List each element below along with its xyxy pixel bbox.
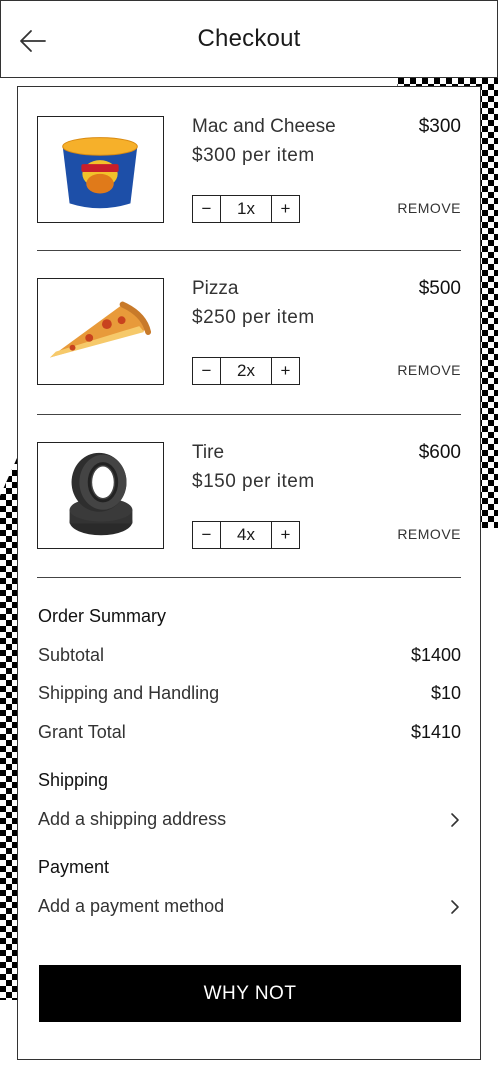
app-header: Checkout — [0, 0, 498, 78]
quantity-value: 1x — [237, 199, 255, 218]
chevron-right-icon — [451, 813, 459, 827]
item-unit-price: $300 per item — [192, 145, 315, 166]
cart-item: Pizza $250 per item $500 − 2x + REMOVE — [37, 278, 461, 386]
shipping-title: Shipping — [38, 770, 109, 790]
grand-total-value: $1410 — [410, 722, 461, 742]
shipping-handling-row: Shipping and Handling $10 — [38, 683, 461, 704]
increment-button[interactable]: + — [271, 522, 299, 548]
divider — [37, 414, 461, 415]
add-shipping-address-link[interactable]: Add a shipping address — [38, 809, 461, 830]
item-name: Tire — [192, 442, 225, 463]
item-total: $600 — [418, 442, 461, 463]
decrement-button[interactable]: − — [193, 522, 221, 548]
subtotal-value: $1400 — [410, 645, 461, 665]
increment-button[interactable]: + — [271, 358, 299, 384]
checkout-card: Mac and Cheese $300 per item $300 − 1x +… — [17, 86, 481, 1060]
item-name: Pizza — [192, 278, 239, 299]
shipping-handling-value: $10 — [430, 683, 461, 703]
page-title: Checkout — [197, 25, 301, 52]
item-unit-price: $150 per item — [192, 471, 315, 492]
grand-total-label: Grant Total — [38, 722, 126, 742]
quantity-stepper: − 4x + — [192, 521, 300, 549]
order-summary-title: Order Summary — [38, 606, 167, 626]
quantity-stepper: − 2x + — [192, 357, 300, 385]
stacked-tires-image — [37, 442, 164, 549]
item-name: Mac and Cheese — [192, 116, 336, 137]
add-payment-method-link[interactable]: Add a payment method — [38, 896, 461, 917]
quantity-value: 2x — [237, 361, 255, 380]
remove-button[interactable]: REMOVE — [397, 362, 461, 378]
shipping-link-label: Add a shipping address — [38, 809, 227, 829]
item-unit-price: $250 per item — [192, 307, 315, 328]
item-total: $500 — [418, 278, 461, 299]
place-order-button[interactable]: WHY NOT — [39, 965, 461, 1022]
divider — [37, 577, 461, 578]
remove-button[interactable]: REMOVE — [397, 526, 461, 542]
quantity-stepper: − 1x + — [192, 195, 300, 223]
increment-button[interactable]: + — [271, 196, 299, 222]
payment-link-label: Add a payment method — [38, 896, 225, 916]
cart-item: Mac and Cheese $300 per item $300 − 1x +… — [37, 116, 461, 224]
mac-and-cheese-cup-image — [37, 116, 164, 223]
grand-total-row: Grant Total $1410 — [38, 722, 461, 743]
payment-title: Payment — [38, 857, 110, 877]
decrement-button[interactable]: − — [193, 196, 221, 222]
item-total: $300 — [418, 116, 461, 137]
pizza-slice-image — [37, 278, 164, 385]
cart-item: Tire $150 per item $600 − 4x + REMOVE — [37, 442, 461, 550]
subtotal-row: Subtotal $1400 — [38, 645, 461, 666]
divider — [37, 250, 461, 251]
subtotal-label: Subtotal — [38, 645, 105, 665]
shipping-handling-label: Shipping and Handling — [38, 683, 220, 703]
remove-button[interactable]: REMOVE — [397, 200, 461, 216]
chevron-right-icon — [451, 900, 459, 914]
quantity-value: 4x — [237, 525, 255, 544]
decrement-button[interactable]: − — [193, 358, 221, 384]
